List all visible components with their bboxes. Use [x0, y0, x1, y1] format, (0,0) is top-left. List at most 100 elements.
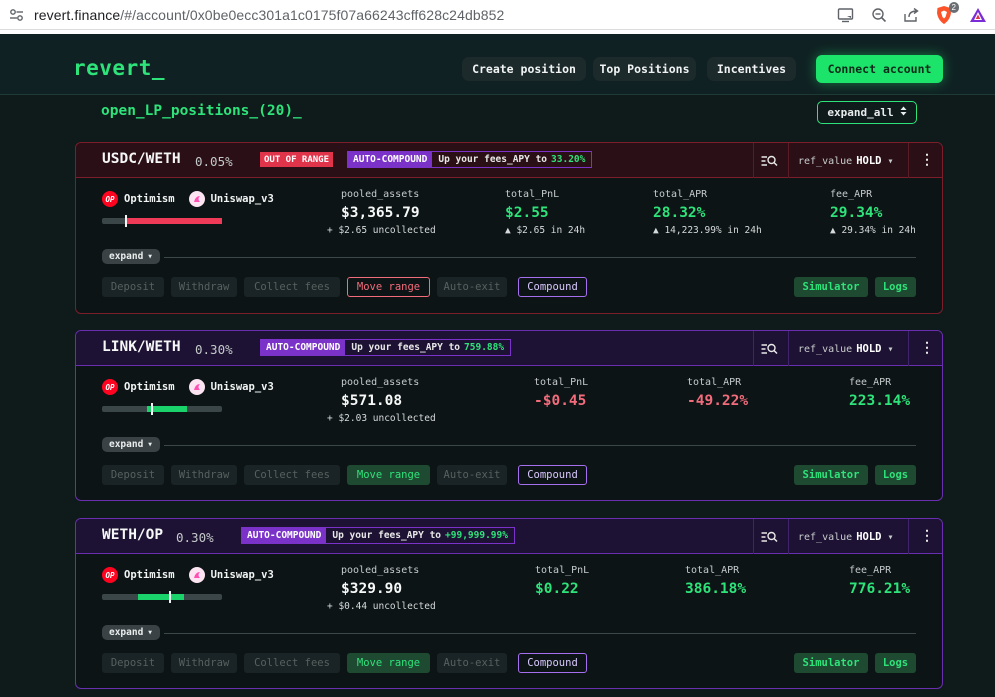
auto-compound-promo[interactable]: AUTO-COMPOUND Up your fees_APY to 33.20% — [347, 151, 593, 168]
compound-button[interactable]: Compound — [518, 277, 587, 297]
move-range-button[interactable]: Move range — [347, 653, 430, 673]
simulator-button[interactable]: Simulator — [794, 277, 868, 297]
pooled-assets-label: pooled_assets — [341, 189, 420, 200]
compound-button[interactable]: Compound — [518, 465, 587, 485]
deposit-button[interactable]: Deposit — [102, 465, 164, 485]
header-divider — [753, 331, 754, 366]
position-card-link-weth: LINK/WETH 0.30% AUTO-COMPOUND Up your fe… — [75, 330, 943, 501]
divider — [164, 633, 916, 634]
auto-compound-badge: AUTO-COMPOUND — [348, 152, 433, 167]
logs-button[interactable]: Logs — [875, 653, 916, 673]
deposit-button[interactable]: Deposit — [102, 653, 164, 673]
deposit-button[interactable]: Deposit — [102, 277, 164, 297]
pooled-assets-value: $571.08 — [341, 393, 403, 409]
expand-all-select[interactable]: expand_all — [817, 101, 917, 124]
current-price-marker — [169, 591, 171, 603]
chain-name: Optimism — [124, 193, 175, 205]
collect-fees-button[interactable]: Collect fees — [244, 465, 340, 485]
header-divider — [753, 143, 754, 178]
url-host: revert.finance — [34, 6, 121, 23]
fees-apy-text: Up your fees_APY to — [438, 154, 548, 165]
nav-create-position[interactable]: Create position — [462, 57, 586, 81]
expand-toggle[interactable]: expand ▾ — [102, 437, 160, 452]
fee-apr-label: fee_APR — [830, 189, 873, 200]
divider — [164, 445, 916, 446]
auto-compound-promo[interactable]: AUTO-COMPOUND Up your fees_APY to +99,999… — [241, 527, 515, 544]
nav-top-positions[interactable]: Top Positions — [593, 57, 696, 81]
auto-exit-button[interactable]: Auto-exit — [437, 653, 507, 673]
current-price-marker — [151, 403, 153, 415]
fee-tier: 0.30% — [176, 530, 214, 545]
uncollected-fees: + $0.44 uncollected — [327, 601, 436, 612]
connect-account-button[interactable]: Connect account — [816, 55, 943, 83]
revert-logo[interactable]: revert_ — [73, 56, 165, 80]
kebab-menu-icon[interactable]: ⋮ — [920, 528, 934, 544]
auto-exit-button[interactable]: Auto-exit — [437, 465, 507, 485]
uncollected-fees: + $2.03 uncollected — [327, 413, 436, 424]
auto-exit-button[interactable]: Auto-exit — [437, 277, 507, 297]
pooled-assets-value: $329.90 — [341, 581, 403, 597]
total-pnl-value: -$0.45 — [534, 393, 587, 409]
move-range-button[interactable]: Move range — [347, 465, 430, 485]
simulator-button[interactable]: Simulator — [794, 465, 868, 485]
protocol-name: Uniswap_v3 — [210, 569, 274, 581]
collect-fees-button[interactable]: Collect fees — [244, 277, 340, 297]
header-divider — [908, 143, 909, 178]
brave-shield-icon[interactable]: 2 — [935, 2, 959, 25]
position-header: LINK/WETH 0.30% AUTO-COMPOUND Up your fe… — [76, 331, 942, 366]
apr-24h: ▲ 14,223.99% in 24h — [653, 225, 762, 236]
protocol-name: Uniswap_v3 — [210, 193, 274, 205]
range-fill — [138, 594, 184, 600]
expand-toggle[interactable]: expand ▾ — [102, 249, 160, 264]
nav-incentives[interactable]: Incentives — [707, 57, 796, 81]
kebab-menu-icon[interactable]: ⋮ — [920, 152, 934, 168]
total-apr-label: total_APR — [653, 189, 708, 200]
zoom-icon[interactable] — [871, 7, 887, 23]
total-pnl-label: total_PnL — [535, 565, 590, 576]
pooled-assets-value: $3,365.79 — [341, 205, 420, 221]
logs-button[interactable]: Logs — [875, 465, 916, 485]
url-path: /#/account/0x0be0ecc301a1c0175f07a66243c… — [120, 6, 505, 23]
expand-label: expand — [108, 627, 144, 638]
auto-compound-promo[interactable]: AUTO-COMPOUND Up your fees_APY to 759.88% — [260, 339, 512, 356]
ref-value-label: ref_value — [798, 344, 853, 355]
app-header: revert_ Create position Top Positions In… — [0, 34, 995, 95]
total-apr-label: total_APR — [687, 377, 742, 388]
address-url[interactable]: revert.finance/#/account/0x0be0ecc301a1c… — [34, 7, 504, 23]
withdraw-button[interactable]: Withdraw — [171, 653, 237, 673]
protocol-name: Uniswap_v3 — [210, 381, 274, 393]
ref-value-select[interactable]: ref_value HOLD ▾ — [798, 531, 894, 543]
cast-icon[interactable] — [837, 7, 855, 23]
total-pnl-label: total_PnL — [505, 189, 560, 200]
fees-apy-value: 759.88% — [464, 342, 505, 353]
pair-name: LINK/WETH — [102, 339, 181, 355]
ref-value-label: ref_value — [798, 156, 853, 167]
withdraw-button[interactable]: Withdraw — [171, 277, 237, 297]
expand-label: expand — [108, 251, 144, 262]
updown-chevron-icon — [900, 106, 907, 119]
ref-value-select[interactable]: ref_value HOLD ▾ — [798, 155, 894, 167]
withdraw-button[interactable]: Withdraw — [171, 465, 237, 485]
search-list-icon[interactable] — [761, 153, 778, 172]
brave-rewards-icon[interactable] — [969, 7, 987, 23]
collect-fees-button[interactable]: Collect fees — [244, 653, 340, 673]
chevron-down-icon: ▾ — [887, 532, 894, 543]
logs-button[interactable]: Logs — [875, 277, 916, 297]
expand-all-label: expand_all — [827, 106, 894, 119]
chain-name: Optimism — [124, 569, 175, 581]
price-range-bar — [102, 591, 222, 603]
move-range-button[interactable]: Move range — [347, 277, 430, 297]
kebab-menu-icon[interactable]: ⋮ — [920, 340, 934, 356]
header-divider — [788, 143, 789, 178]
expand-label: expand — [108, 439, 144, 450]
simulator-button[interactable]: Simulator — [794, 653, 868, 673]
search-list-icon[interactable] — [761, 341, 778, 360]
site-settings-icon[interactable] — [0, 8, 34, 22]
expand-toggle[interactable]: expand ▾ — [102, 625, 160, 640]
ref-value-select[interactable]: ref_value HOLD ▾ — [798, 343, 894, 355]
search-list-icon[interactable] — [761, 529, 778, 548]
chevron-down-icon: ▾ — [887, 344, 894, 355]
total-apr-value: 386.18% — [685, 581, 747, 597]
share-icon[interactable] — [903, 7, 919, 23]
compound-button[interactable]: Compound — [518, 653, 587, 673]
